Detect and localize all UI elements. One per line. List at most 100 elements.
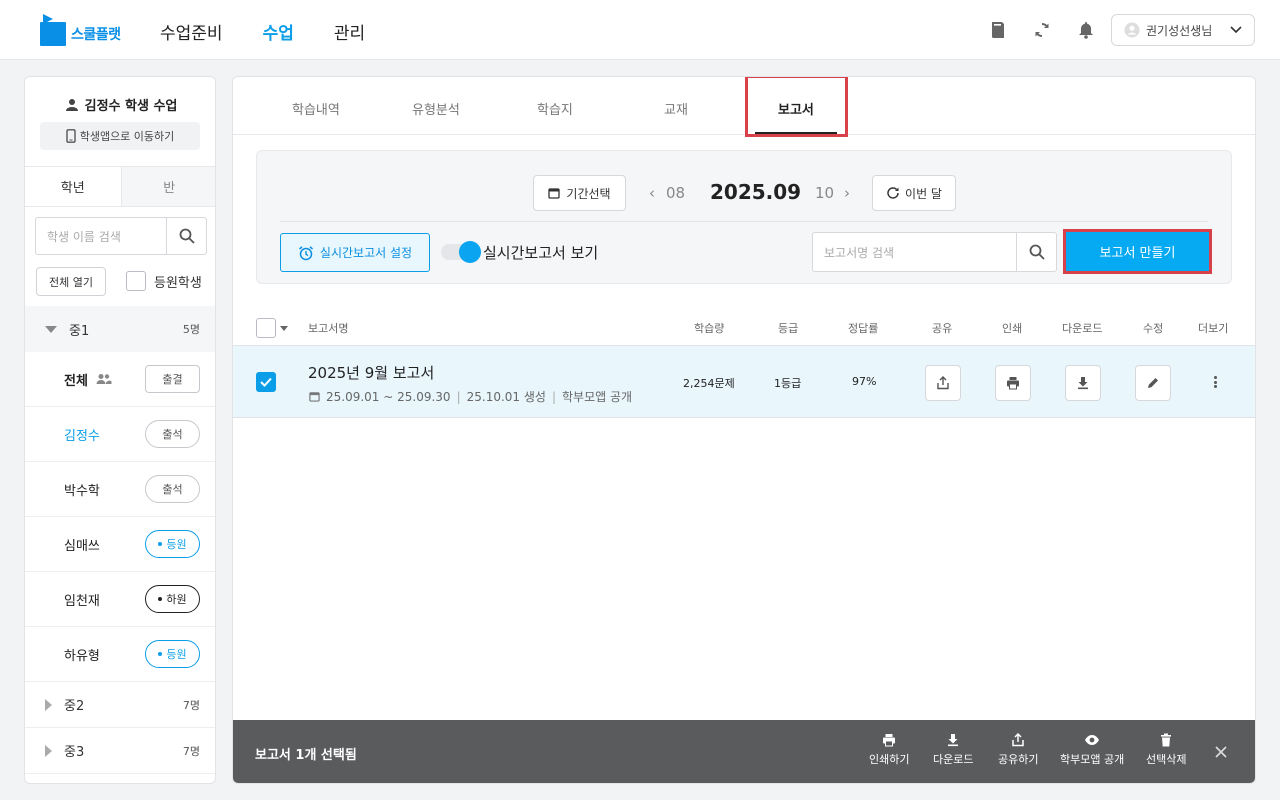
top-bar: 스쿨플랫 수업준비 수업 관리 권기성선생님: [0, 0, 1280, 60]
share-action-button[interactable]: 공유하기: [998, 733, 1038, 767]
next-month-label[interactable]: 10: [815, 184, 834, 202]
refresh-icon: [887, 187, 899, 199]
status-dot: [158, 542, 163, 546]
student-row[interactable]: 심매쓰 등원: [25, 517, 215, 572]
realtime-report-settings-button[interactable]: 실시간보고서 설정: [280, 233, 430, 272]
more-options-button[interactable]: [1205, 374, 1225, 390]
status-badge[interactable]: 등원: [145, 530, 200, 558]
filter-divider: [280, 221, 1208, 222]
open-all-button[interactable]: 전체 열기: [36, 267, 106, 296]
row-checkbox[interactable]: [256, 372, 276, 392]
student-row[interactable]: 박수학 출석: [25, 462, 215, 517]
student-name: 전체: [64, 373, 88, 389]
table-row[interactable]: 2025년 9월 보고서 25.09.01 ~ 25.09.30 | 25.10…: [233, 346, 1255, 418]
alarm-icon: [298, 245, 313, 260]
student-row-all[interactable]: 전체 출결: [25, 352, 215, 407]
column-header: 정답률: [848, 322, 879, 335]
enrolled-checkbox[interactable]: [126, 271, 146, 291]
student-sidebar: 김정수 학생 수업 학생앱으로 이동하기 학년 반 학생 이름 검색 전체 열기…: [24, 76, 216, 784]
share-icon: [1012, 733, 1024, 747]
report-search-button[interactable]: [1016, 233, 1056, 271]
close-icon[interactable]: [1214, 744, 1228, 763]
report-search-input[interactable]: 보고서명 검색: [813, 233, 1016, 271]
student-search: 학생 이름 검색: [35, 217, 207, 255]
realtime-view-toggle[interactable]: [441, 241, 481, 263]
nav-item-prep[interactable]: 수업준비: [160, 19, 223, 44]
student-name: 하유형: [64, 648, 100, 664]
grade-group-3[interactable]: 중3 7명: [25, 728, 215, 774]
this-month-button[interactable]: 이번 달: [872, 175, 956, 211]
prev-month-label[interactable]: 08: [666, 184, 685, 202]
tab-type-analysis[interactable]: 유형분석: [412, 99, 460, 118]
accuracy-cell: 97%: [852, 375, 877, 388]
current-month: 2025.09: [710, 180, 802, 204]
tab-history[interactable]: 학습내역: [292, 99, 340, 118]
select-all-checkbox[interactable]: [256, 318, 276, 338]
meta-separator: |: [456, 389, 461, 404]
realtime-view-label: 실시간보고서 보기: [483, 244, 599, 262]
tab-worksheet[interactable]: 학습지: [537, 99, 573, 118]
print-icon: [883, 734, 896, 747]
column-header: 학습량: [694, 322, 725, 335]
tab-class[interactable]: 반: [120, 167, 215, 207]
toggle-knob: [459, 241, 481, 263]
print-action-button[interactable]: 인쇄하기: [869, 733, 909, 767]
logo[interactable]: 스쿨플랫: [40, 14, 121, 46]
make-report-button[interactable]: 보고서 만들기: [1063, 229, 1212, 274]
trash-icon: [1161, 733, 1172, 747]
attendance-button[interactable]: 출결: [145, 365, 200, 393]
grade-group-2[interactable]: 중2 7명: [25, 682, 215, 728]
column-header: 보고서명: [308, 322, 349, 335]
student-search-button[interactable]: [166, 218, 206, 254]
book-icon[interactable]: [988, 19, 1008, 41]
status-badge[interactable]: 출석: [145, 420, 200, 448]
report-visibility: 학부모앱 공개: [562, 390, 633, 404]
nav-item-manage[interactable]: 관리: [334, 19, 365, 44]
status-badge[interactable]: 등원: [145, 640, 200, 668]
download-action-button[interactable]: 다운로드: [933, 733, 973, 767]
next-month-button[interactable]: ›: [844, 184, 850, 202]
caret-right-icon: [45, 698, 52, 711]
check-icon: [260, 377, 272, 387]
main-nav: 수업준비 수업 관리: [160, 19, 365, 44]
volume-cell: 2,254문제: [683, 377, 735, 390]
column-header: 인쇄: [1002, 322, 1023, 335]
report-name[interactable]: 2025년 9월 보고서: [308, 362, 434, 383]
edit-button[interactable]: [1135, 365, 1171, 401]
print-button[interactable]: [995, 365, 1031, 401]
user-select[interactable]: 권기성선생님: [1111, 14, 1255, 46]
delete-selected-button[interactable]: 선택삭제: [1146, 733, 1186, 767]
bell-icon[interactable]: [1076, 19, 1096, 41]
student-row[interactable]: 임천재 하원: [25, 572, 215, 627]
table-header: 보고서명 학습량 등급 정답률 공유 인쇄 다운로드 수정 더보기: [233, 314, 1255, 346]
column-header: 다운로드: [1062, 322, 1103, 335]
share-button[interactable]: [925, 365, 961, 401]
grade-group-1[interactable]: 중1 5명: [25, 306, 215, 352]
select-dropdown-icon[interactable]: [280, 326, 288, 331]
nav-item-class[interactable]: 수업: [263, 19, 294, 44]
student-row[interactable]: 김정수 출석: [25, 407, 215, 462]
prev-month-button[interactable]: ‹: [649, 184, 655, 202]
student-row[interactable]: 하유형 등원: [25, 627, 215, 682]
sync-icon[interactable]: [1032, 19, 1052, 41]
status-dot: [158, 597, 163, 601]
parent-app-publish-button[interactable]: 학부모앱 공개: [1060, 733, 1124, 767]
highlight-box: [745, 77, 848, 137]
tab-textbook[interactable]: 교재: [664, 99, 688, 118]
status-badge[interactable]: 하원: [145, 585, 200, 613]
enrolled-filter[interactable]: 등원학생: [126, 271, 202, 291]
move-to-student-app-button[interactable]: 학생앱으로 이동하기: [40, 122, 200, 150]
student-search-input[interactable]: 학생 이름 검색: [36, 218, 166, 254]
grade-count: 7명: [182, 744, 200, 758]
status-badge[interactable]: 출석: [145, 475, 200, 503]
tab-grade[interactable]: 학년: [25, 167, 121, 207]
period-select-button[interactable]: 기간선택: [533, 175, 626, 211]
download-button[interactable]: [1065, 365, 1101, 401]
student-name: 심매쓰: [64, 538, 100, 554]
student-name: 김정수: [64, 428, 100, 444]
chevron-down-icon: [1230, 26, 1242, 34]
caret-down-icon: [45, 325, 57, 333]
top-icons: [988, 19, 1096, 41]
grade-count: 5명: [182, 323, 200, 336]
sidebar-title: 김정수 학생 수업: [25, 95, 215, 114]
